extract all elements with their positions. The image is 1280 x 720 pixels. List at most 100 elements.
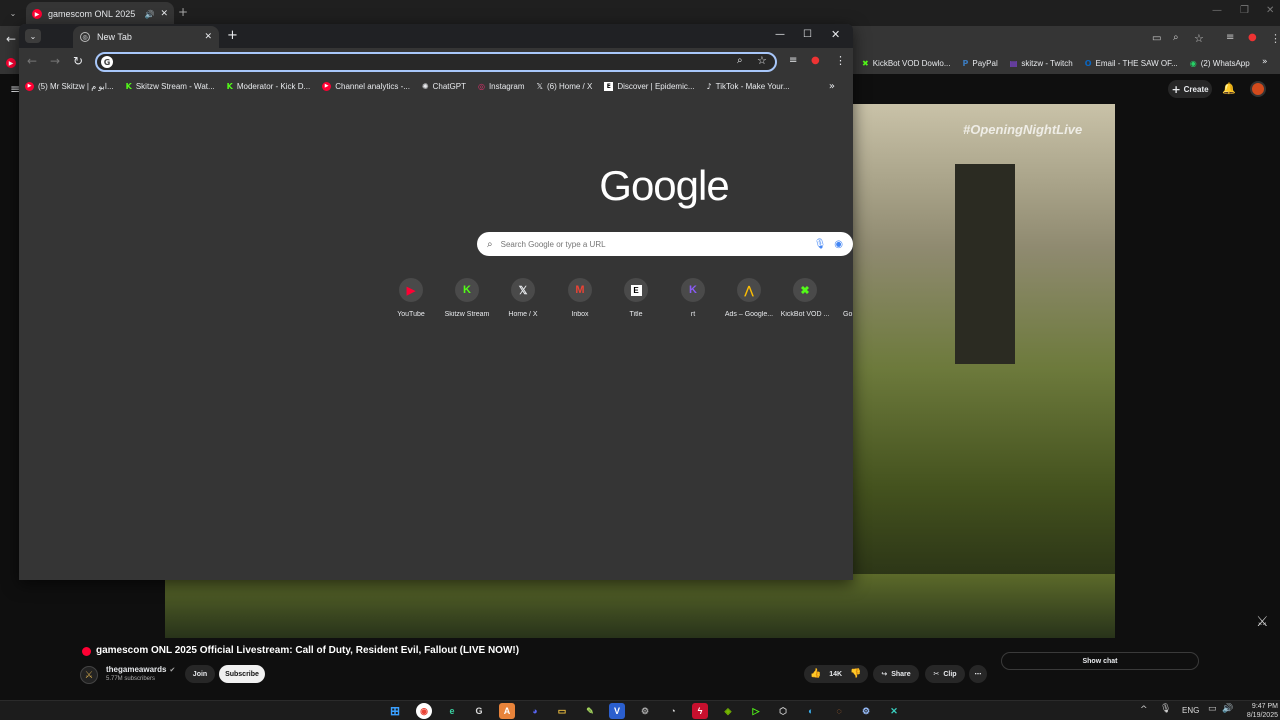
show-hidden-icons-icon[interactable]: ^ [1140,705,1148,715]
shortcut-skitzw-stream[interactable]: K Skitzw Stream [439,278,495,318]
tab-search-icon[interactable]: ⌄ [6,6,20,20]
google-lens-icon[interactable]: ◉ [834,239,843,250]
back-icon[interactable]: ← [6,32,16,46]
search-box[interactable]: ⌕ 🎙 ◉ [477,232,853,256]
notifications-bell-icon[interactable]: 🔔 [1222,82,1236,95]
clock[interactable]: 9:47 PM 8/19/2025 [1238,702,1278,720]
shortcut-ads-google[interactable]: ⋀ Ads – Google... [721,278,777,318]
forward-icon[interactable]: → [50,54,60,68]
new-tab-icon[interactable]: + [227,28,238,43]
bookmark-home-x[interactable]: 𝕏 (6) Home / X [531,76,599,96]
bookmark-twitch[interactable]: ▤ skitzw - Twitch [1010,53,1073,73]
channel-name[interactable]: thegameawards ✔ [106,665,175,674]
microphone-tray-icon[interactable]: 🎙 [1160,704,1171,714]
shortcut-youtube[interactable]: ▶ YouTube [383,278,439,318]
app-teal-icon[interactable]: ✕ [886,703,902,719]
bookmark-skitzw-stream[interactable]: K Skitzw Stream - Wat... [120,76,221,96]
more-actions-button[interactable]: ⋯ [969,665,987,683]
bookmark-kickbot[interactable]: ✖ KickBot VOD Dowlo... [862,53,951,73]
vegas-icon[interactable]: V [609,703,625,719]
bookmark-tiktok[interactable]: ♪ TikTok - Make Your... [701,76,796,96]
tab-search-icon[interactable]: ⌄ [25,29,41,43]
shortcut-title[interactable]: E Title [608,278,664,318]
file-explorer-icon[interactable]: ▭ [554,703,570,719]
close-tab-icon[interactable]: ✕ [204,32,212,42]
address-bar[interactable]: G ⌕ ☆ [95,52,777,72]
address-input[interactable] [117,55,717,69]
shortcut-home-x[interactable]: 𝕏 Home / X [495,278,551,318]
bookmark-paypal[interactable]: P PayPal [963,53,998,73]
show-chat-button[interactable]: Show chat [1001,652,1199,670]
network-icon[interactable]: ▭ [1208,704,1217,714]
discord-icon[interactable]: ◕ [527,703,543,719]
edge-icon[interactable]: e [444,703,460,719]
volume-icon[interactable]: 🔊 [1222,704,1233,714]
back-icon[interactable]: ← [27,54,37,68]
chrome-icon[interactable]: ◉ [416,703,432,719]
bookmark-chatgpt[interactable]: ✺ ChatGPT [416,76,472,96]
paypal-icon: P [962,58,969,68]
settings-gear-icon[interactable]: ⚙ [637,703,653,719]
bookmark-moderator[interactable]: K Moderator - Kick D... [221,76,317,96]
flash-app-icon[interactable]: ϟ [692,703,708,719]
windows-start-icon[interactable]: ⊞ [387,703,403,719]
bookmark-email[interactable]: O Email - THE SAW OF... [1085,53,1178,73]
close-tab-icon[interactable]: ✕ [160,9,168,19]
bookmark-star-icon[interactable]: ☆ [757,54,767,67]
dislike-icon[interactable]: 👎 [850,669,861,679]
app-blue-icon[interactable]: ◐ [803,703,819,719]
zoom-icon[interactable]: ⌕ [1173,32,1179,43]
search-input[interactable] [500,239,806,249]
media-control-icon[interactable]: ≡ [789,55,797,66]
microphone-icon[interactable]: 🎙 [814,239,827,250]
like-icon[interactable]: 👍 [810,669,821,679]
bookmark-channel-analytics[interactable]: ▶ Channel analytics -... [316,76,416,96]
bookmark-star-icon[interactable]: ☆ [1194,32,1204,45]
profile-icon[interactable]: ● [1248,32,1257,43]
channel-avatar[interactable]: ⚔ [80,666,98,684]
bookmark-whatsapp[interactable]: ◉ (2) WhatsApp [1190,53,1250,73]
shortcut-kickbot[interactable]: ✖ KickBot VOD ... [777,278,833,318]
language-indicator[interactable]: ENG [1182,706,1199,715]
join-button[interactable]: Join [185,665,215,683]
shortcut-go[interactable]: Go [833,278,853,318]
new-tab-icon[interactable]: + [178,5,188,19]
aimp-icon[interactable]: A [499,703,515,719]
menu-icon[interactable]: ⋮ [835,54,846,67]
minimize-icon[interactable]: — [1212,5,1222,16]
g-app-icon[interactable]: G [471,703,487,719]
minimize-icon[interactable]: — [775,29,785,40]
media-control-icon[interactable]: ≡ [1226,32,1234,43]
avatar[interactable] [1250,81,1266,97]
bookmark-instagram[interactable]: ◎ Instagram [472,76,531,96]
blender-icon[interactable]: ◌ [831,703,847,719]
tab-new-tab[interactable]: ◎ New Tab ✕ [73,26,219,48]
maximize-icon[interactable]: ☐ [803,29,812,40]
bookmark-discover[interactable]: E Discover | Epidemic... [598,76,700,96]
create-button[interactable]: + Create [1168,80,1212,98]
speaker-icon[interactable]: 🔊 [144,10,154,19]
close-window-icon[interactable]: ✕ [831,28,840,41]
search-icon[interactable]: ⌕ [737,55,743,66]
kick-app-icon[interactable]: ▷ [748,703,764,719]
steam-icon[interactable]: ⚙ [858,703,874,719]
more-bookmarks-icon[interactable]: » [1262,57,1268,67]
shortcut-rt[interactable]: Krt [665,278,721,318]
obs-icon[interactable]: ◔ [665,703,681,719]
subscribe-button[interactable]: Subscribe [219,665,265,683]
profile-icon[interactable]: ● [811,55,820,66]
cast-icon[interactable]: ▭ [1152,33,1161,44]
bookmark-mr-skitzw[interactable]: ▶ (5) Mr Skitzw | ابو م... [19,76,120,96]
bg-tab-gamescom[interactable]: ▶ gamescom ONL 2025 O 🔊 ✕ [26,2,174,26]
menu-icon[interactable]: ⋮ [1270,32,1280,45]
app-icon[interactable]: ✎ [582,703,598,719]
maximize-icon[interactable]: ❐ [1240,5,1249,16]
cube-app-icon[interactable]: ⬡ [775,703,791,719]
shortcut-inbox[interactable]: M Inbox [552,278,608,318]
more-bookmarks-icon[interactable]: » [829,81,835,92]
nvidia-icon[interactable]: ◈ [720,703,736,719]
share-button[interactable]: ↪ Share [873,665,919,683]
clip-button[interactable]: ✂ Clip [925,665,965,683]
reload-icon[interactable]: ↻ [73,54,83,68]
close-window-icon[interactable]: ✕ [1266,5,1274,16]
